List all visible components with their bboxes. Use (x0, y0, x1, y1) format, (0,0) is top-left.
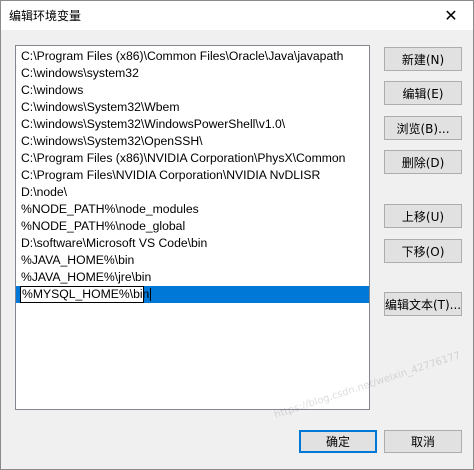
move-down-button[interactable]: 下移(O) (384, 239, 462, 263)
text-caret (150, 288, 152, 302)
new-button[interactable]: 新建(N) (384, 47, 462, 71)
list-item[interactable]: C:\windows\System32\WindowsPowerShell\v1… (16, 116, 369, 133)
cancel-button[interactable]: 取消 (384, 430, 462, 453)
list-item-selected[interactable]: %MYSQL_HOME%\bin (16, 286, 369, 303)
entry-edit-field[interactable]: %MYSQL_HOME%\bin (20, 286, 152, 303)
list-item[interactable]: C:\Program Files\NVIDIA Corporation\NVID… (16, 167, 369, 184)
list-item[interactable]: %JAVA_HOME%\bin (16, 252, 369, 269)
list-item[interactable]: C:\windows\system32 (16, 65, 369, 82)
list-item[interactable]: %JAVA_HOME%\jre\bin (16, 269, 369, 286)
list-item[interactable]: C:\windows (16, 82, 369, 99)
window-title: 编辑环境变量 (9, 9, 82, 23)
list-item[interactable]: C:\windows\System32\Wbem (16, 99, 369, 116)
move-up-button[interactable]: 上移(U) (384, 204, 462, 228)
browse-button[interactable]: 浏览(B)... (384, 116, 462, 140)
ok-button[interactable]: 确定 (299, 430, 377, 453)
list-item[interactable]: %NODE_PATH%\node_modules (16, 201, 369, 218)
delete-button[interactable]: 删除(D) (384, 150, 462, 174)
list-item[interactable]: C:\Program Files (x86)\NVIDIA Corporatio… (16, 150, 369, 167)
path-entry-list[interactable]: C:\Program Files (x86)\Common Files\Orac… (15, 45, 370, 410)
list-item[interactable]: C:\windows\System32\OpenSSH\ (16, 133, 369, 150)
list-item[interactable]: %NODE_PATH%\node_global (16, 218, 369, 235)
edit-text-button[interactable]: 编辑文本(T)... (384, 292, 462, 316)
title-bar[interactable]: 编辑环境变量 ✕ (0, 0, 474, 30)
list-item[interactable]: D:\node\ (16, 184, 369, 201)
close-button[interactable]: ✕ (428, 0, 474, 30)
close-icon: ✕ (444, 5, 458, 25)
edit-button[interactable]: 编辑(E) (384, 81, 462, 105)
entry-edit-value: %MYSQL_HOME%\bin (22, 287, 150, 301)
list-item[interactable]: D:\software\Microsoft VS Code\bin (16, 235, 369, 252)
list-item[interactable]: C:\Program Files (x86)\Common Files\Orac… (16, 48, 369, 65)
